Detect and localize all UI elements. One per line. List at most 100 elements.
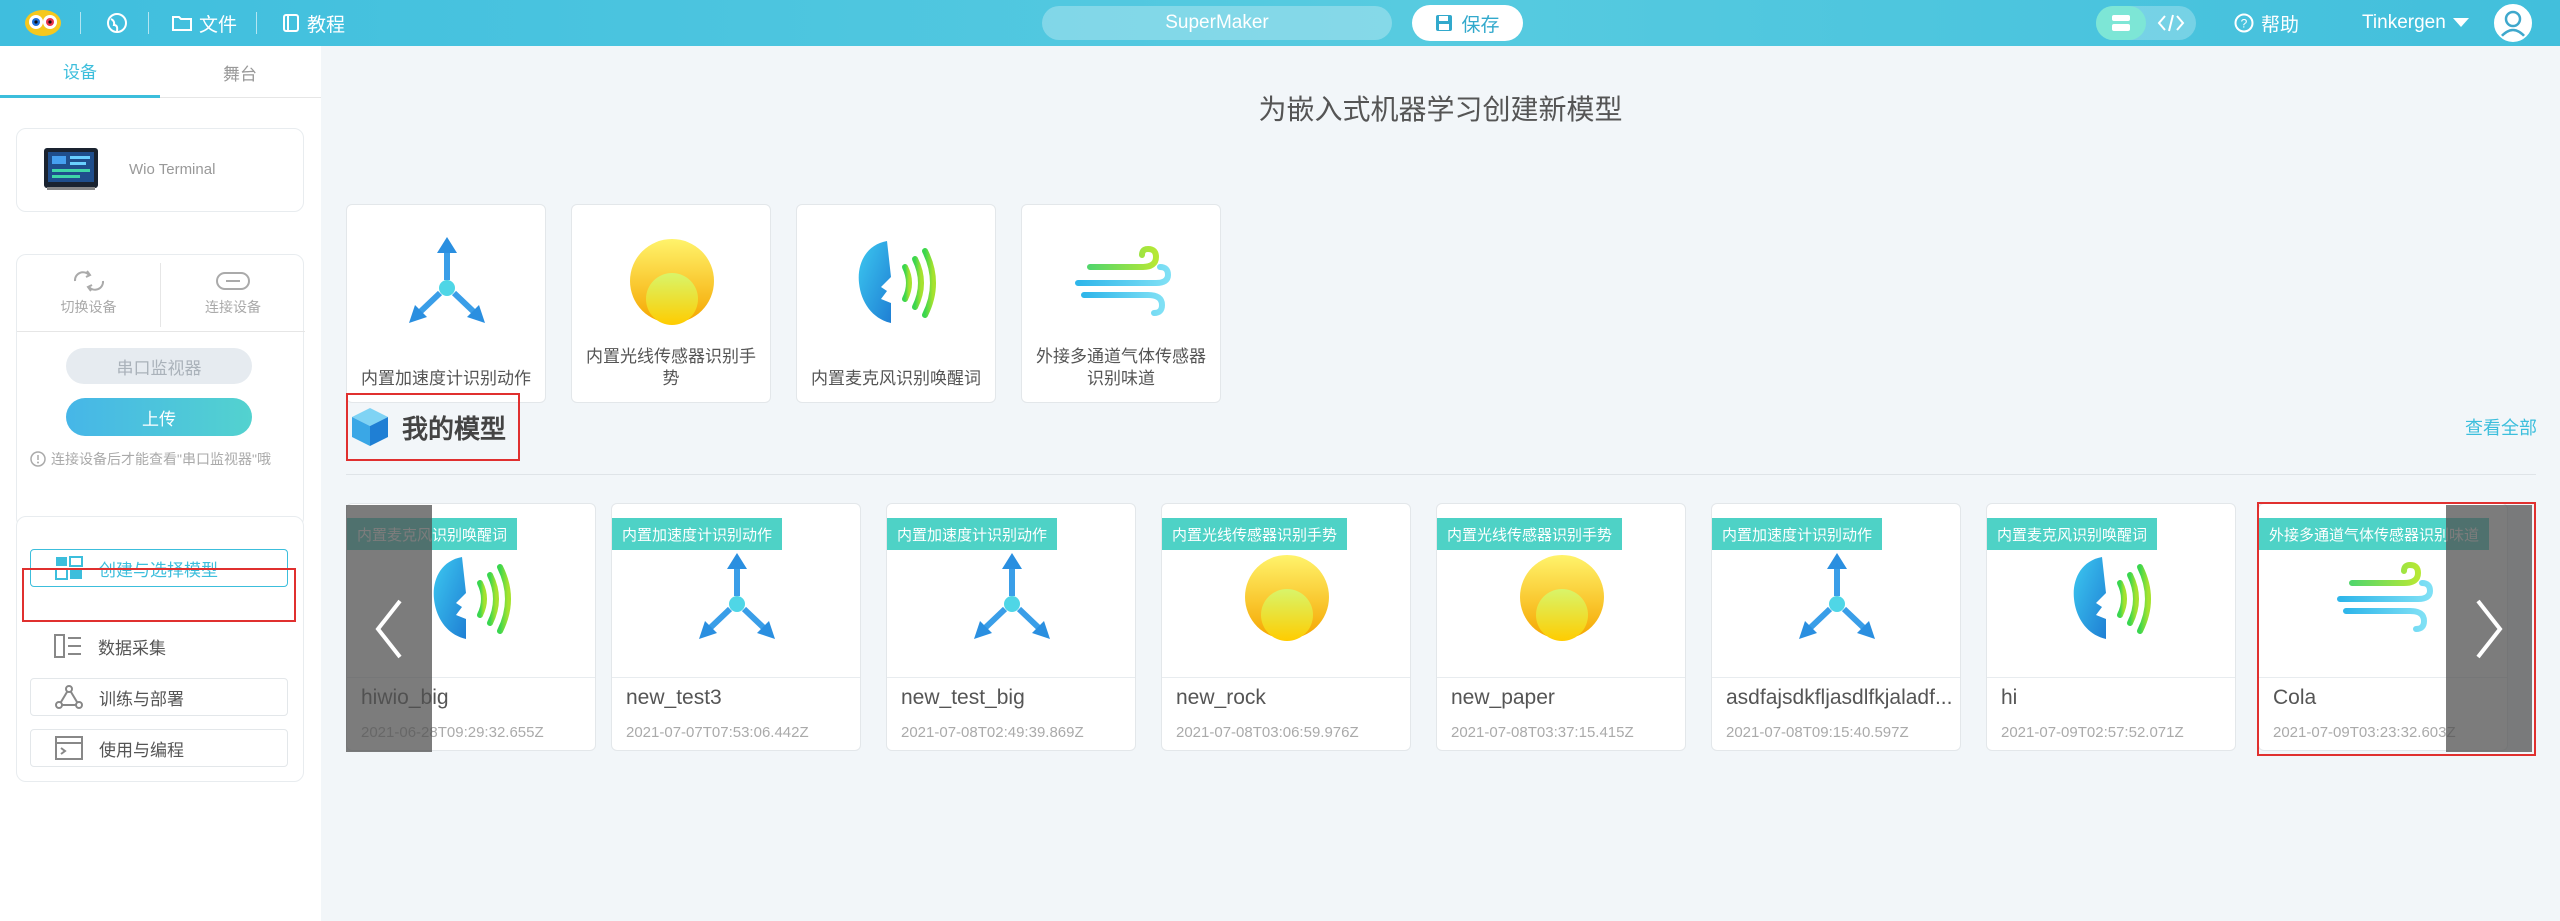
sidebar: 设备 舞台 Wio Terminal 切换设备 连接设备 串口监视器 上传 连接… (0, 46, 321, 921)
nav-use-program[interactable]: 使用与编程 (30, 729, 288, 767)
view-mode-toggle[interactable] (2096, 6, 2196, 40)
microphone-icon (847, 233, 947, 333)
link-icon (216, 272, 250, 290)
tab-device[interactable]: 设备 (0, 46, 160, 98)
model-timestamp: 2021-07-07T07:53:06.442Z (626, 724, 809, 741)
light-sensor-icon (622, 233, 722, 333)
help-label: 帮助 (2261, 14, 2300, 36)
template-card-accelerometer[interactable]: 内置加速度计识别动作 (346, 204, 546, 403)
model-tag: 内置光线传感器识别手势 (1437, 518, 1623, 550)
block-mode-button[interactable] (2096, 6, 2146, 40)
connect-device-button[interactable]: 连接设备 (161, 255, 305, 331)
cube-icon (352, 408, 388, 446)
connect-device-label: 连接设备 (205, 299, 261, 315)
nav-use-program-label: 使用与编程 (99, 740, 184, 760)
nav-train-deploy[interactable]: 训练与部署 (30, 678, 288, 716)
microphone-icon (2062, 549, 2162, 649)
model-card[interactable]: 内置麦克风识别唤醒词 hi 2021-07-09T02:57:52.071Z (1986, 503, 2236, 751)
book-icon (283, 14, 299, 32)
code-mode-button[interactable] (2146, 6, 2196, 40)
microphone-icon (422, 549, 522, 649)
model-card[interactable]: 内置光线传感器识别手势 new_rock 2021-07-08T03:06:59… (1161, 503, 1411, 751)
main-content: 为嵌入式机器学习创建新模型 内置加速度计识别动作 内置光线传感器识别手势 内置麦… (321, 46, 2560, 921)
save-button-label: 保存 (1461, 14, 1500, 36)
model-card[interactable]: 内置加速度计识别动作 asdfajsdkfljasdlfkjaladf... 2… (1711, 503, 1961, 751)
divider (148, 12, 149, 34)
model-timestamp: 2021-07-08T03:06:59.976Z (1176, 724, 1359, 741)
sidebar-tabs: 设备 舞台 (0, 46, 321, 98)
chevron-left-icon (375, 599, 402, 658)
upload-button[interactable]: 上传 (66, 398, 252, 436)
top-bar: 文件 教程 SuperMaker 保存 ? 帮助 Tinkergen (0, 0, 2560, 46)
code-icon (2157, 14, 2185, 32)
tab-stage[interactable]: 舞台 (160, 46, 320, 98)
model-timestamp: 2021-07-08T03:37:15.415Z (1451, 724, 1634, 741)
avatar[interactable] (2494, 4, 2532, 42)
help-button[interactable]: ? 帮助 (2234, 0, 2299, 46)
project-name-input[interactable]: SuperMaker (1042, 6, 1392, 40)
template-card-microphone[interactable]: 内置麦克风识别唤醒词 (796, 204, 996, 403)
device-card[interactable]: Wio Terminal (16, 128, 304, 212)
folder-icon (172, 16, 192, 31)
accelerometer-icon (687, 549, 787, 649)
template-label: 外接多通道气体传感器识别味道 (1036, 347, 1206, 388)
device-actions-card: 切换设备 连接设备 (16, 254, 305, 528)
model-name: new_test_big (901, 686, 1025, 709)
model-timestamp: 2021-07-08T02:49:39.869Z (901, 724, 1084, 741)
file-menu[interactable]: 文件 (172, 0, 237, 46)
light-sensor-icon (1237, 549, 1337, 649)
model-card[interactable]: 内置加速度计识别动作 new_test3 2021-07-07T07:53:06… (611, 503, 861, 751)
accelerometer-icon (1787, 549, 1887, 649)
accelerometer-icon (962, 549, 1062, 649)
model-name: new_paper (1451, 686, 1555, 709)
language-button[interactable] (106, 0, 128, 46)
model-tag: 内置麦克风识别唤醒词 (1987, 518, 2158, 550)
divider (17, 331, 305, 332)
network-icon (55, 685, 83, 709)
caret-down-icon (2452, 18, 2469, 27)
app-logo-icon[interactable] (24, 8, 62, 36)
highlight-box (22, 568, 296, 622)
template-label: 内置加速度计识别动作 (361, 369, 531, 388)
model-tag: 内置加速度计识别动作 (1712, 518, 1883, 550)
tutorial-menu[interactable]: 教程 (282, 0, 345, 46)
save-icon (1436, 15, 1453, 31)
save-button[interactable]: 保存 (1412, 5, 1523, 41)
user-menu[interactable]: Tinkergen (2362, 0, 2469, 46)
divider (80, 12, 81, 34)
model-name: asdfajsdkfljasdlfkjaladf... (1726, 686, 1953, 709)
switch-icon (73, 270, 104, 292)
carousel-prev-button[interactable] (346, 505, 432, 752)
device-name: Wio Terminal (129, 161, 216, 178)
model-card[interactable]: 内置加速度计识别动作 new_test_big 2021-07-08T02:49… (886, 503, 1136, 751)
model-timestamp: 2021-07-09T02:57:52.071Z (2001, 724, 2184, 741)
nav-train-deploy-label: 训练与部署 (99, 689, 184, 709)
nav-data-collection-label: 数据采集 (98, 638, 166, 658)
user-avatar-icon (2499, 10, 2527, 39)
hint-text: 连接设备后才能查看"串口监视器"哦 (51, 451, 271, 467)
model-tag: 内置加速度计识别动作 (887, 518, 1058, 550)
data-collection-icon (54, 634, 81, 658)
model-tag: 内置光线传感器识别手势 (1162, 518, 1348, 550)
model-name: new_rock (1176, 686, 1266, 709)
model-tag: 内置加速度计识别动作 (612, 518, 783, 550)
serial-monitor-button[interactable]: 串口监视器 (66, 348, 252, 384)
switch-device-button[interactable]: 切换设备 (17, 255, 160, 331)
file-menu-label: 文件 (199, 14, 238, 36)
terminal-icon (55, 736, 83, 760)
username: Tinkergen (2362, 12, 2446, 33)
my-models-header: 我的模型 (346, 393, 520, 461)
info-icon (30, 451, 46, 467)
globe-icon (107, 13, 127, 33)
page-title: 为嵌入式机器学习创建新模型 (1258, 94, 1623, 125)
switch-device-label: 切换设备 (60, 299, 117, 315)
gas-sensor-icon (1072, 233, 1172, 333)
nav-data-collection[interactable]: 数据采集 (30, 627, 288, 665)
wio-terminal-icon (44, 148, 98, 190)
view-all-link[interactable]: 查看全部 (2465, 414, 2537, 440)
model-card[interactable]: 内置光线传感器识别手势 new_paper 2021-07-08T03:37:1… (1436, 503, 1686, 751)
template-card-gas-sensor[interactable]: 外接多通道气体传感器识别味道 (1021, 204, 1221, 403)
template-card-light-sensor[interactable]: 内置光线传感器识别手势 (571, 204, 771, 403)
divider (256, 12, 257, 34)
model-name: hi (2001, 686, 2018, 709)
